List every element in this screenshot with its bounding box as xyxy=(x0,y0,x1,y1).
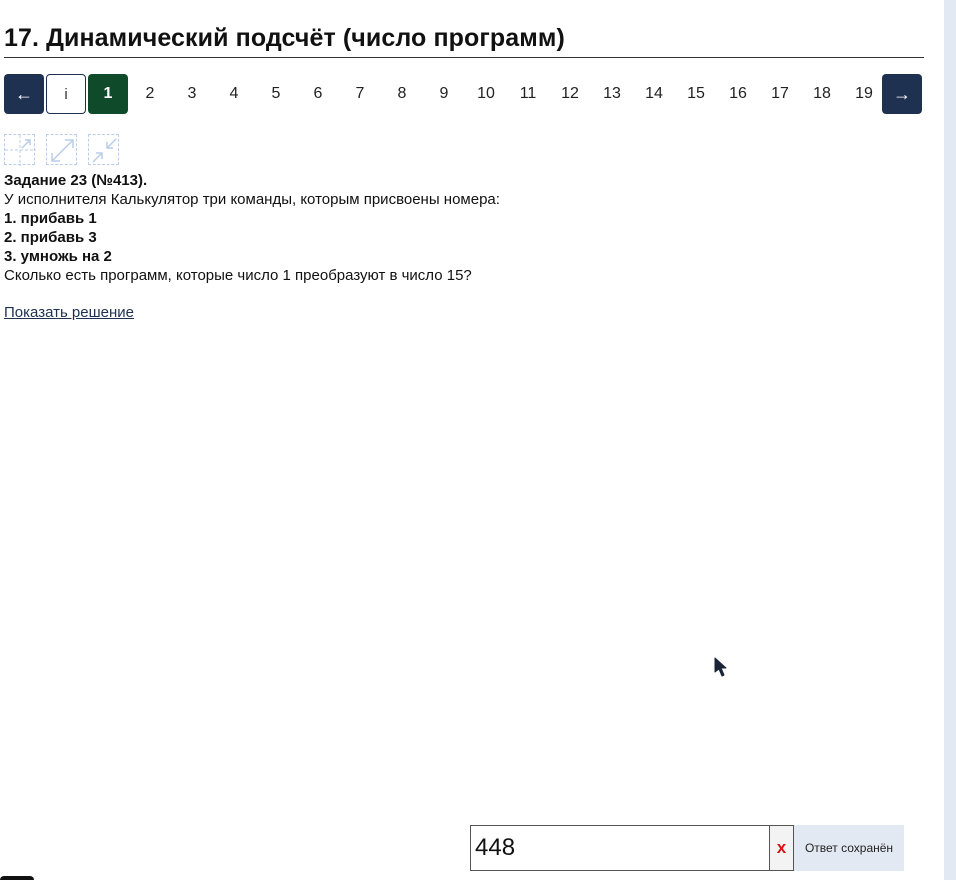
page-link[interactable]: 11 xyxy=(510,74,546,114)
page-link[interactable]: 12 xyxy=(552,74,588,114)
command-item: 2. прибавь 3 xyxy=(4,229,97,246)
page-link[interactable]: 15 xyxy=(678,74,714,114)
page-link[interactable]: 16 xyxy=(720,74,756,114)
page-link[interactable]: 18 xyxy=(804,74,840,114)
scrollbar-track[interactable] xyxy=(944,0,956,880)
collapse-icon[interactable] xyxy=(88,134,119,165)
page-current[interactable]: 1 xyxy=(88,74,128,114)
page-link[interactable]: 14 xyxy=(636,74,672,114)
show-solution-link[interactable]: Показать решение xyxy=(4,304,134,321)
page-link[interactable]: 13 xyxy=(594,74,630,114)
bottom-corner-element xyxy=(0,876,34,880)
answer-status: Ответ сохранён xyxy=(794,825,904,871)
page-link[interactable]: 7 xyxy=(342,74,378,114)
resize-corner-icon[interactable] xyxy=(4,134,36,166)
page-link[interactable]: 2 xyxy=(132,74,168,114)
prev-button[interactable]: ← xyxy=(4,74,44,114)
next-button[interactable]: → xyxy=(882,74,922,114)
task-pager: ← i 1 2 3 4 5 6 7 8 9 10 11 12 13 14 15 … xyxy=(4,74,924,114)
page-link[interactable]: 9 xyxy=(426,74,462,114)
info-button[interactable]: i xyxy=(46,74,86,114)
page-link[interactable]: 6 xyxy=(300,74,336,114)
page-link[interactable]: 3 xyxy=(174,74,210,114)
task-heading: Задание 23 (№413). xyxy=(4,172,148,189)
command-item: 1. прибавь 1 xyxy=(4,210,97,227)
title-divider xyxy=(4,57,924,58)
task-question: Сколько есть программ, которые число 1 п… xyxy=(4,267,472,284)
mouse-cursor-icon xyxy=(714,657,728,682)
page: 17. Динамический подсчёт (число программ… xyxy=(0,0,956,880)
page-title: 17. Динамический подсчёт (число программ… xyxy=(4,24,565,52)
task-text: Задание 23 (№413). У исполнителя Калькул… xyxy=(4,171,500,285)
page-link[interactable]: 4 xyxy=(216,74,252,114)
page-link[interactable]: 19 xyxy=(846,74,882,114)
page-link[interactable]: 17 xyxy=(762,74,798,114)
clear-answer-button[interactable]: x xyxy=(769,825,794,871)
command-item: 3. умножь на 2 xyxy=(4,248,112,265)
task-intro: У исполнителя Калькулятор три команды, к… xyxy=(4,191,500,208)
page-link[interactable]: 5 xyxy=(258,74,294,114)
page-link[interactable]: 10 xyxy=(468,74,504,114)
page-link[interactable]: 8 xyxy=(384,74,420,114)
answer-input[interactable] xyxy=(470,825,770,871)
expand-icon[interactable] xyxy=(46,134,77,165)
